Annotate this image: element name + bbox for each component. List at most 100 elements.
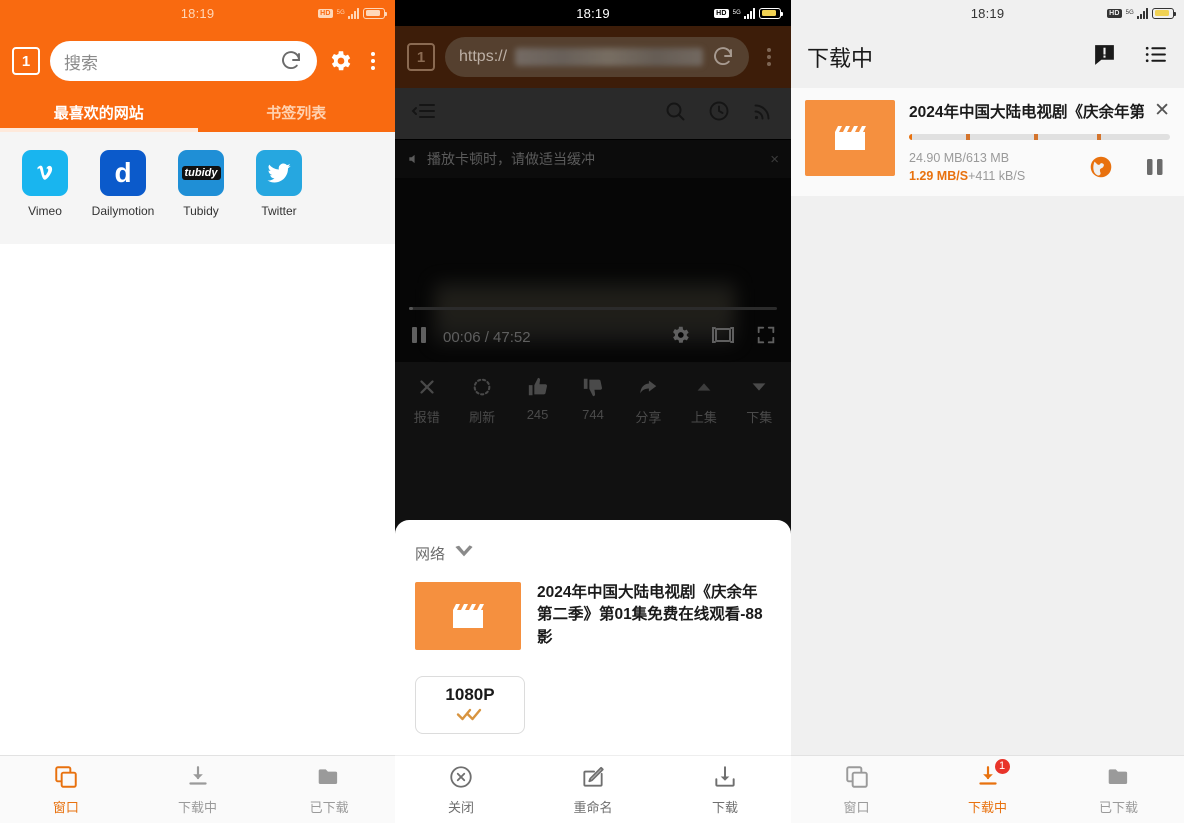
shortcut-grid: Vimeo d Dailymotion tubidy Tubidy Twitte…	[0, 132, 395, 244]
close-icon[interactable]: ×	[770, 151, 779, 168]
wifi-off-icon	[453, 542, 475, 564]
tab-count-button[interactable]: 1	[407, 43, 435, 71]
download-item-row[interactable]: 2024年中国大陆电视剧《庆余年第 ✕ 24.90 MB/613 MB 1.29…	[791, 88, 1184, 201]
shortcut-tubidy[interactable]: tubidy Tubidy	[170, 150, 232, 218]
sheet-action-close[interactable]: 关闭	[395, 764, 527, 816]
action-thumbs-down[interactable]: 744	[565, 376, 620, 426]
download-item-info: 2024年中国大陆电视剧《庆余年第 ✕ 24.90 MB/613 MB 1.29…	[909, 100, 1170, 185]
sheet-source-row: 网络	[415, 542, 771, 564]
action-share[interactable]: 分享	[621, 376, 676, 426]
bottom-nav-downloading[interactable]: 1 下载中	[922, 757, 1053, 816]
rss-icon[interactable]	[751, 99, 775, 128]
fullscreen-icon[interactable]	[755, 324, 777, 351]
alert-speech-icon[interactable]	[1092, 42, 1117, 72]
bottom-nav-label: 窗口	[843, 799, 870, 815]
action-next-episode[interactable]: 下集	[732, 376, 787, 426]
more-vertical-icon[interactable]	[363, 48, 383, 74]
url-redacted-region	[515, 48, 703, 66]
history-icon[interactable]	[707, 99, 731, 128]
gear-icon[interactable]	[327, 48, 353, 74]
quality-option-1080p[interactable]: 1080P	[415, 676, 525, 734]
pause-icon[interactable]	[409, 324, 429, 351]
search-icon[interactable]	[663, 99, 687, 128]
download-icon	[185, 764, 211, 790]
download-item-actions	[1088, 154, 1170, 185]
list-icon[interactable]	[1143, 42, 1168, 72]
share-icon	[640, 380, 657, 394]
sheet-item-title: 2024年中国大陆电视剧《庆余年第二季》第01集免费在线观看-88影	[537, 584, 763, 646]
video-player[interactable]: 00:06 / 47:52	[395, 178, 791, 362]
status-bar-left: 18:19 HD 5G	[0, 0, 395, 26]
bottom-nav-label: 窗口	[52, 799, 79, 815]
action-prev-episode[interactable]: 上集	[676, 376, 731, 426]
sheet-source-label: 网络	[415, 545, 446, 563]
network-type-label: 5G	[732, 10, 741, 16]
panel-video-download-sheet: 18:19 HD 5G 1 https:// 播放卡顿时，请做适当缓冲 × 00…	[395, 0, 791, 823]
shortcut-label: Twitter	[261, 204, 297, 218]
video-time-display: 00:06 / 47:52	[443, 328, 531, 346]
status-icons: HD 5G	[714, 0, 783, 26]
action-report-error[interactable]: 报错	[399, 376, 454, 426]
spinner-icon	[473, 378, 491, 396]
download-speed-text: 1.29 MB/S+411 kB/S	[909, 167, 1025, 185]
sheet-video-item[interactable]: 2024年中国大陆电视剧《庆余年第二季》第01集免费在线观看-88影	[415, 582, 771, 650]
globe-icon[interactable]	[1088, 154, 1114, 185]
url-input[interactable]: https://	[445, 37, 749, 77]
search-input[interactable]: 搜索	[50, 41, 317, 81]
action-thumbs-up[interactable]: 245	[510, 376, 565, 426]
chevron-down-icon	[752, 383, 766, 391]
pause-icon[interactable]	[1144, 155, 1166, 184]
tab-favorite-sites[interactable]: 最喜欢的网站	[0, 92, 198, 132]
bottom-nav-label: 已下载	[309, 799, 349, 815]
bottom-nav-downloaded[interactable]: 已下载	[263, 764, 395, 816]
shortcut-label: Tubidy	[183, 204, 219, 218]
hd-icon: HD	[1107, 8, 1122, 18]
network-type-label: 5G	[336, 10, 345, 16]
shortcut-label: Vimeo	[28, 204, 62, 218]
status-icons: HD 5G	[1107, 0, 1176, 26]
video-progress-bar[interactable]	[409, 307, 777, 310]
sheet-action-rename[interactable]: 重命名	[527, 764, 659, 816]
close-x-icon	[420, 380, 434, 394]
page-toolbar	[395, 88, 791, 140]
action-label: 分享	[635, 410, 662, 425]
edit-pencil-icon	[580, 764, 606, 790]
folder-icon	[316, 764, 342, 790]
shortcut-twitter[interactable]: Twitter	[248, 150, 310, 218]
status-bar-right: 18:19 HD 5G	[791, 0, 1184, 26]
bottom-nav-downloaded[interactable]: 已下载	[1053, 764, 1184, 816]
hd-icon: HD	[318, 8, 333, 18]
download-list-empty-area	[791, 196, 1184, 755]
more-vertical-icon[interactable]	[759, 44, 779, 70]
refresh-icon[interactable]	[711, 45, 735, 69]
action-refresh[interactable]: 刷新	[454, 376, 509, 426]
bottom-nav-label: 下载中	[967, 799, 1007, 815]
shortcut-dailymotion[interactable]: d Dailymotion	[92, 150, 154, 218]
download-stats: 24.90 MB/613 MB 1.29 MB/S+411 kB/S	[909, 149, 1025, 185]
chevron-up-icon	[697, 383, 711, 391]
bottom-nav-label: 已下载	[1098, 799, 1138, 815]
bottom-nav-windows[interactable]: 窗口	[791, 764, 922, 816]
action-label: 报错	[413, 410, 440, 425]
bottom-nav-label: 重命名	[573, 799, 613, 815]
tab-count-button[interactable]: 1	[12, 47, 40, 75]
gear-icon[interactable]	[669, 324, 691, 351]
page-title: 下载中	[807, 46, 874, 71]
theater-icon[interactable]	[711, 324, 735, 351]
tab-bookmark-list[interactable]: 书签列表	[198, 92, 396, 132]
refresh-icon[interactable]	[279, 49, 303, 73]
sidebar-icon[interactable]	[411, 99, 437, 128]
shortcut-vimeo[interactable]: Vimeo	[14, 150, 76, 218]
download-speed-extra: +411 kB/S	[968, 169, 1026, 184]
sheet-action-download[interactable]: 下载	[659, 764, 791, 816]
shortcut-label: Dailymotion	[91, 204, 155, 218]
bottom-nav-windows[interactable]: 窗口	[0, 764, 132, 816]
page-toolbar-actions	[663, 99, 775, 128]
network-type-label: 5G	[1125, 10, 1134, 16]
bottom-nav-downloading[interactable]: 下载中	[132, 764, 264, 816]
player-tip-text: 播放卡顿时，请做适当缓冲	[427, 151, 595, 167]
signal-icon	[1137, 7, 1148, 19]
panel-downloading-list: 18:19 HD 5G 下载中 2024年中国大陆电视剧《庆余年第 ✕ 24.9…	[791, 0, 1184, 823]
status-bar-mid: 18:19 HD 5G	[395, 0, 791, 26]
close-x-icon[interactable]: ✕	[1154, 101, 1170, 120]
